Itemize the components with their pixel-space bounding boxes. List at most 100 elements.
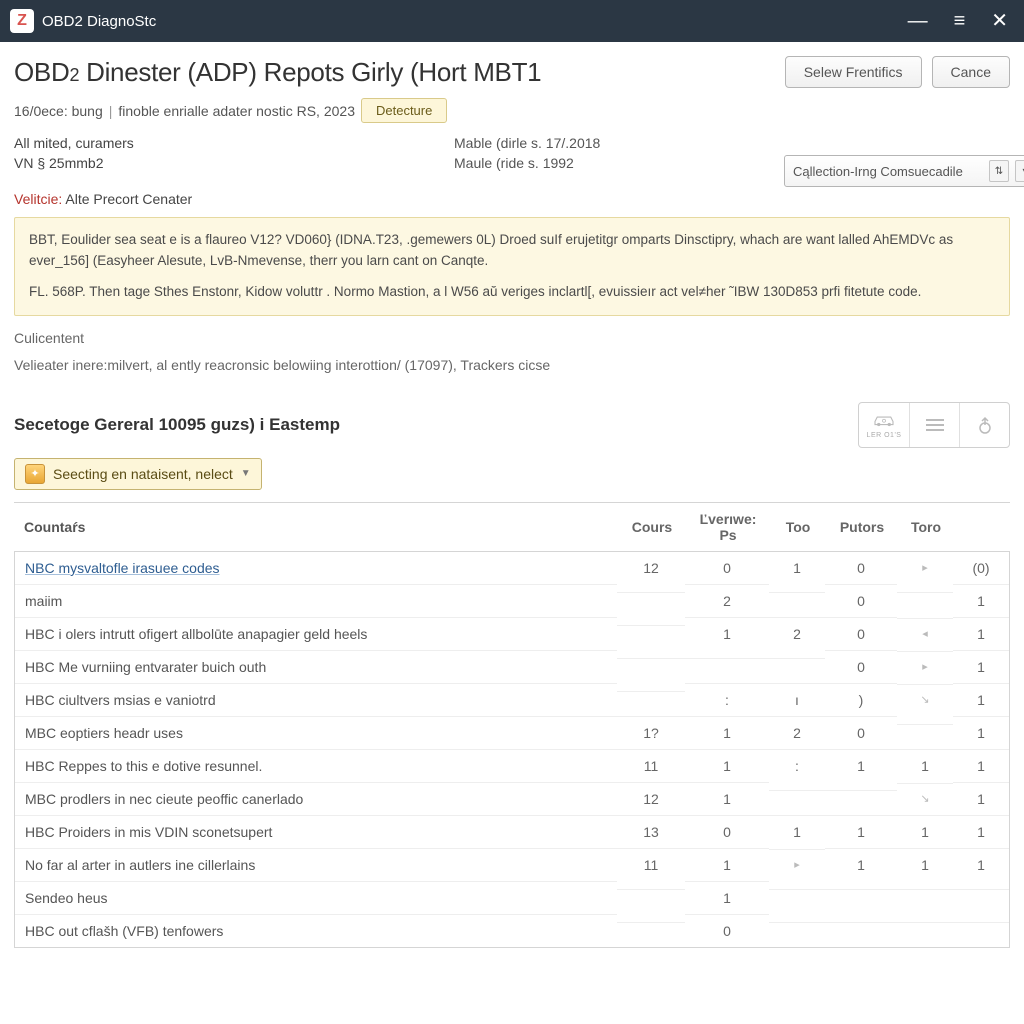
row-cell: : <box>769 749 825 782</box>
close-icon[interactable]: ✕ <box>991 11 1008 31</box>
row-cell <box>617 658 685 675</box>
cancel-button[interactable]: Cance <box>932 56 1010 88</box>
chevron-down-icon: ▼ <box>241 468 251 479</box>
list-view-icon[interactable] <box>909 403 959 447</box>
row-cell: 1 <box>953 584 1009 617</box>
row-cell: 0 <box>825 617 897 650</box>
table-row[interactable]: MBC eoptiers headr uses1?1201 <box>15 716 1009 749</box>
table-row[interactable]: HBC i olers intrutt ofigert allbolūte an… <box>15 617 1009 650</box>
car-view-icon[interactable]: LER O1'S <box>859 403 909 447</box>
row-cell <box>617 691 685 708</box>
row-cell: 1 <box>825 848 897 881</box>
table-row[interactable]: MBC prodlers in nec cieute peoffic caner… <box>15 782 1009 815</box>
row-cell <box>897 724 953 741</box>
info-vehicle: Velitcie: Alte Precort Cenater <box>14 191 434 207</box>
row-cell: ▸ <box>897 651 953 681</box>
row-cell: ı <box>769 683 825 716</box>
row-cell <box>897 592 953 609</box>
chevron-down-icon[interactable]: ▾ <box>1015 160 1024 182</box>
row-cell <box>769 922 825 939</box>
row-label: HBC Proiders in mis VDIN sconetsupert <box>15 815 617 848</box>
row-cell: 11 <box>617 749 685 782</box>
section-title: Secetoge Gereral 10095 guzs) i Eastemp <box>14 415 858 435</box>
table-row[interactable]: HBC ciultvers msias e vaniotrd:ı)↘1 <box>15 683 1009 716</box>
culicentent-label: Culicentent <box>14 328 1010 349</box>
row-cell: 2 <box>769 617 825 650</box>
minimize-icon[interactable]: — <box>908 11 928 31</box>
menu-icon[interactable]: ≡ <box>954 11 966 31</box>
row-cell: 1 <box>953 617 1009 650</box>
table-row[interactable]: HBC out cflašh (VFB) tenfowers 0 <box>15 914 1009 947</box>
row-cell: 1 <box>685 848 769 881</box>
row-label: No far al arter in autlers ine cillerlai… <box>15 848 617 881</box>
row-cell: 1 <box>769 552 825 584</box>
row-cell: 1 <box>953 650 1009 683</box>
row-cell: ◂ <box>897 618 953 648</box>
row-cell: ) <box>825 683 897 716</box>
row-cell: 1 <box>953 848 1009 881</box>
row-cell <box>825 922 897 939</box>
row-cell: 1 <box>953 782 1009 815</box>
row-label: HBC Me vurniing entvarater buich outh <box>15 650 617 683</box>
row-cell: 0 <box>685 552 769 584</box>
table-row[interactable]: maiim 2 0 1 <box>15 584 1009 617</box>
table-row[interactable]: HBC Reppes to this e dotive resunnel.111… <box>15 749 1009 782</box>
window-title: OBD2 DiagnoStc <box>42 13 908 30</box>
table-row[interactable]: Sendeo heus1 <box>15 881 1009 914</box>
row-cell: 1 <box>685 749 769 782</box>
row-cell: 1 <box>897 815 953 848</box>
table-row[interactable]: HBC Proiders in mis VDIN sconetsupert130… <box>15 815 1009 848</box>
filter-icon: ✦ <box>25 464 45 484</box>
info-vn: VN § 25mmb2 <box>14 155 434 187</box>
row-label: Sendeo heus <box>15 881 617 914</box>
view-icons-group: LER O1'S <box>858 402 1010 448</box>
table-row[interactable]: HBC Me vurniing entvarater buich outh 0▸1 <box>15 650 1009 683</box>
row-cell <box>897 889 953 906</box>
row-cell <box>617 625 685 642</box>
row-label: HBC out cflašh (VFB) tenfowers <box>15 914 617 947</box>
row-label: HBC i olers intrutt ofigert allbolūte an… <box>15 617 617 650</box>
app-logo: Z <box>10 9 34 33</box>
row-label: HBC ciultvers msias e vaniotrd <box>15 683 617 716</box>
row-cell <box>685 658 769 675</box>
row-cell: 1 <box>769 815 825 848</box>
export-icon[interactable] <box>959 403 1009 447</box>
table-row[interactable]: No far al arter in autlers ine cillerlai… <box>15 848 1009 881</box>
row-cell: 1 <box>685 617 769 650</box>
row-label: MBC prodlers in nec cieute peoffic caner… <box>15 782 617 815</box>
row-cell: ▸ <box>897 553 953 582</box>
row-label: HBC Reppes to this e dotive resunnel. <box>15 749 617 782</box>
row-cell: 0 <box>825 584 897 617</box>
row-cell: 1 <box>953 716 1009 749</box>
row-cell <box>617 889 685 906</box>
row-cell <box>825 790 897 807</box>
row-cell: : <box>685 683 769 716</box>
row-cell: 0 <box>685 914 769 947</box>
row-cell: ↘ <box>897 783 953 813</box>
page-title: OBD2 Dinester (ADP) Repots Girly (Hort M… <box>14 57 785 88</box>
row-cell: 2 <box>685 584 769 617</box>
collection-select[interactable]: Cąllection-Irng Comsuecadile ⇅ ▾ <box>784 155 1024 187</box>
highlight-notice: BBT, Eoulider sea seat e is a flaureo V1… <box>14 217 1010 316</box>
row-cell <box>617 922 685 939</box>
row-cell: 0 <box>825 650 897 683</box>
table-row[interactable]: NBC mysvaltofle irasuee codes12010▸(0) <box>15 552 1009 584</box>
table-header: Countaŕs Cours Ľverıwe: Ps Too Putors To… <box>14 502 1010 552</box>
row-cell: 0 <box>825 552 897 584</box>
stepper-icon[interactable]: ⇅ <box>989 160 1009 182</box>
row-label[interactable]: NBC mysvaltofle irasuee codes <box>15 552 617 584</box>
row-label: maiim <box>15 584 617 617</box>
row-cell: (0) <box>953 552 1009 584</box>
detector-button[interactable]: Detecture <box>361 98 447 123</box>
sub-header-line: 16/0ece: bung | finoble enrialle adater … <box>14 98 1010 123</box>
velieater-text: Velieater inere:milvert, al ently reacro… <box>14 355 1010 376</box>
select-frentifics-button[interactable]: Selew Frentifics <box>785 56 922 88</box>
row-cell <box>953 889 1009 906</box>
row-cell: 2 <box>769 716 825 749</box>
row-cell: 13 <box>617 815 685 848</box>
seecting-select[interactable]: ✦ Seecting en nataisent, nelect ▼ <box>14 458 262 490</box>
row-cell: 1? <box>617 716 685 749</box>
row-cell <box>769 592 825 609</box>
table-body: NBC mysvaltofle irasuee codes12010▸(0)ma… <box>14 552 1010 948</box>
row-cell: 1 <box>685 716 769 749</box>
